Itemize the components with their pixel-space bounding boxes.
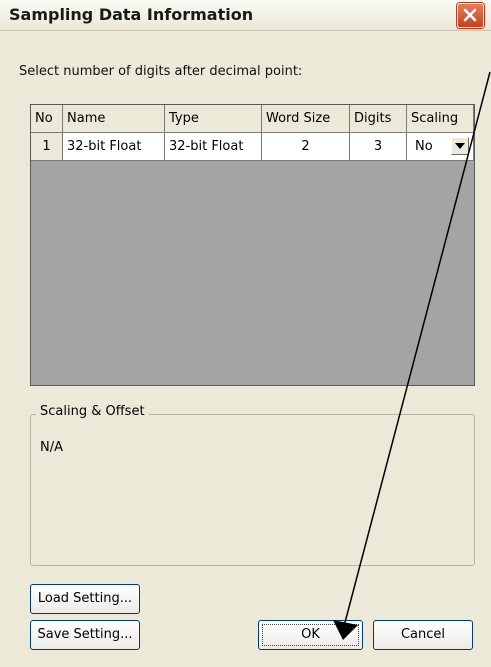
table-row[interactable]: 1 32-bit Float 32-bit Float 2 3 No [31, 133, 474, 161]
column-header-no[interactable]: No [31, 105, 63, 133]
column-header-digits[interactable]: Digits [350, 105, 407, 133]
cell-digits[interactable]: 3 [350, 133, 407, 161]
chevron-down-icon [455, 143, 465, 149]
window-title: Sampling Data Information [9, 5, 254, 24]
column-header-word-size[interactable]: Word Size [262, 105, 350, 133]
dropdown-button[interactable] [451, 137, 469, 155]
prompt-label: Select number of digits after decimal po… [19, 64, 303, 79]
load-setting-button[interactable]: Load Setting... [30, 584, 140, 614]
save-setting-button[interactable]: Save Setting... [30, 620, 140, 650]
scaling-offset-legend: Scaling & Offset [36, 404, 149, 419]
cell-scaling[interactable]: No [407, 133, 474, 161]
scaling-offset-group [30, 414, 475, 566]
focus-rectangle [262, 624, 359, 646]
title-bar[interactable]: Sampling Data Information [0, 0, 491, 31]
ok-button[interactable]: OK [258, 620, 363, 650]
column-header-type[interactable]: Type [165, 105, 262, 133]
cell-type[interactable]: 32-bit Float [165, 133, 262, 161]
dialog-window: Sampling Data Information Select number … [0, 0, 491, 667]
table-header-row: No Name Type Word Size Digits Scaling [31, 105, 474, 133]
data-grid[interactable]: No Name Type Word Size Digits Scaling 1 … [30, 104, 475, 386]
close-icon [463, 8, 477, 22]
cell-name[interactable]: 32-bit Float [63, 133, 165, 161]
cell-no[interactable]: 1 [31, 133, 63, 161]
scaling-offset-value: N/A [40, 440, 63, 455]
scaling-value: No [415, 139, 433, 154]
cancel-button[interactable]: Cancel [373, 620, 473, 650]
cell-word-size[interactable]: 2 [262, 133, 350, 161]
column-header-scaling[interactable]: Scaling [407, 105, 474, 133]
column-header-name[interactable]: Name [63, 105, 165, 133]
scaling-select[interactable]: No [407, 133, 473, 160]
close-button[interactable] [457, 3, 484, 28]
